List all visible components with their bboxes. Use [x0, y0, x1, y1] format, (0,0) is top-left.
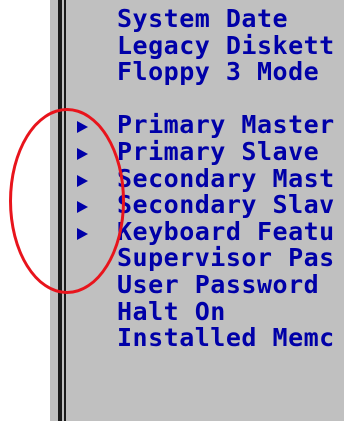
menu-item-primary-master[interactable]: Primary Master	[75, 112, 344, 139]
bios-setup-screen: System Date Legacy Diskett Floppy 3 Mode…	[0, 0, 344, 421]
menu-item-label: Secondary Slav	[117, 192, 335, 219]
menu-item-label: System Date	[117, 6, 289, 33]
menu-item-halt-on[interactable]: Halt On	[75, 299, 344, 326]
menu-item-label: User Password	[117, 271, 320, 299]
menu-item-installed-memory[interactable]: Installed Memc	[75, 325, 344, 352]
menu-item-floppy-3-mode[interactable]: Floppy 3 Mode	[75, 59, 344, 86]
red-circle-annotation	[9, 108, 125, 294]
menu-item-legacy-diskette[interactable]: Legacy Diskett	[75, 33, 344, 60]
menu-item-label: Installed Memc	[117, 325, 335, 352]
menu-item-label: Primary Slave	[117, 138, 320, 166]
menu-item-label: Primary Master	[117, 112, 335, 139]
menu-item-label: Supervisor Pas	[117, 245, 335, 272]
menu-item-label: Legacy Diskett	[117, 32, 335, 60]
menu-item-label: Secondary Mast	[117, 165, 335, 193]
menu-item-label: Keyboard Featu	[117, 218, 335, 246]
menu-item-label: Floppy 3 Mode	[117, 59, 320, 86]
menu-item-label: Halt On	[117, 298, 226, 326]
menu-item-user-password[interactable]: User Password	[75, 272, 344, 299]
menu-spacer	[75, 86, 344, 113]
menu-item-system-date[interactable]: System Date	[75, 6, 344, 33]
